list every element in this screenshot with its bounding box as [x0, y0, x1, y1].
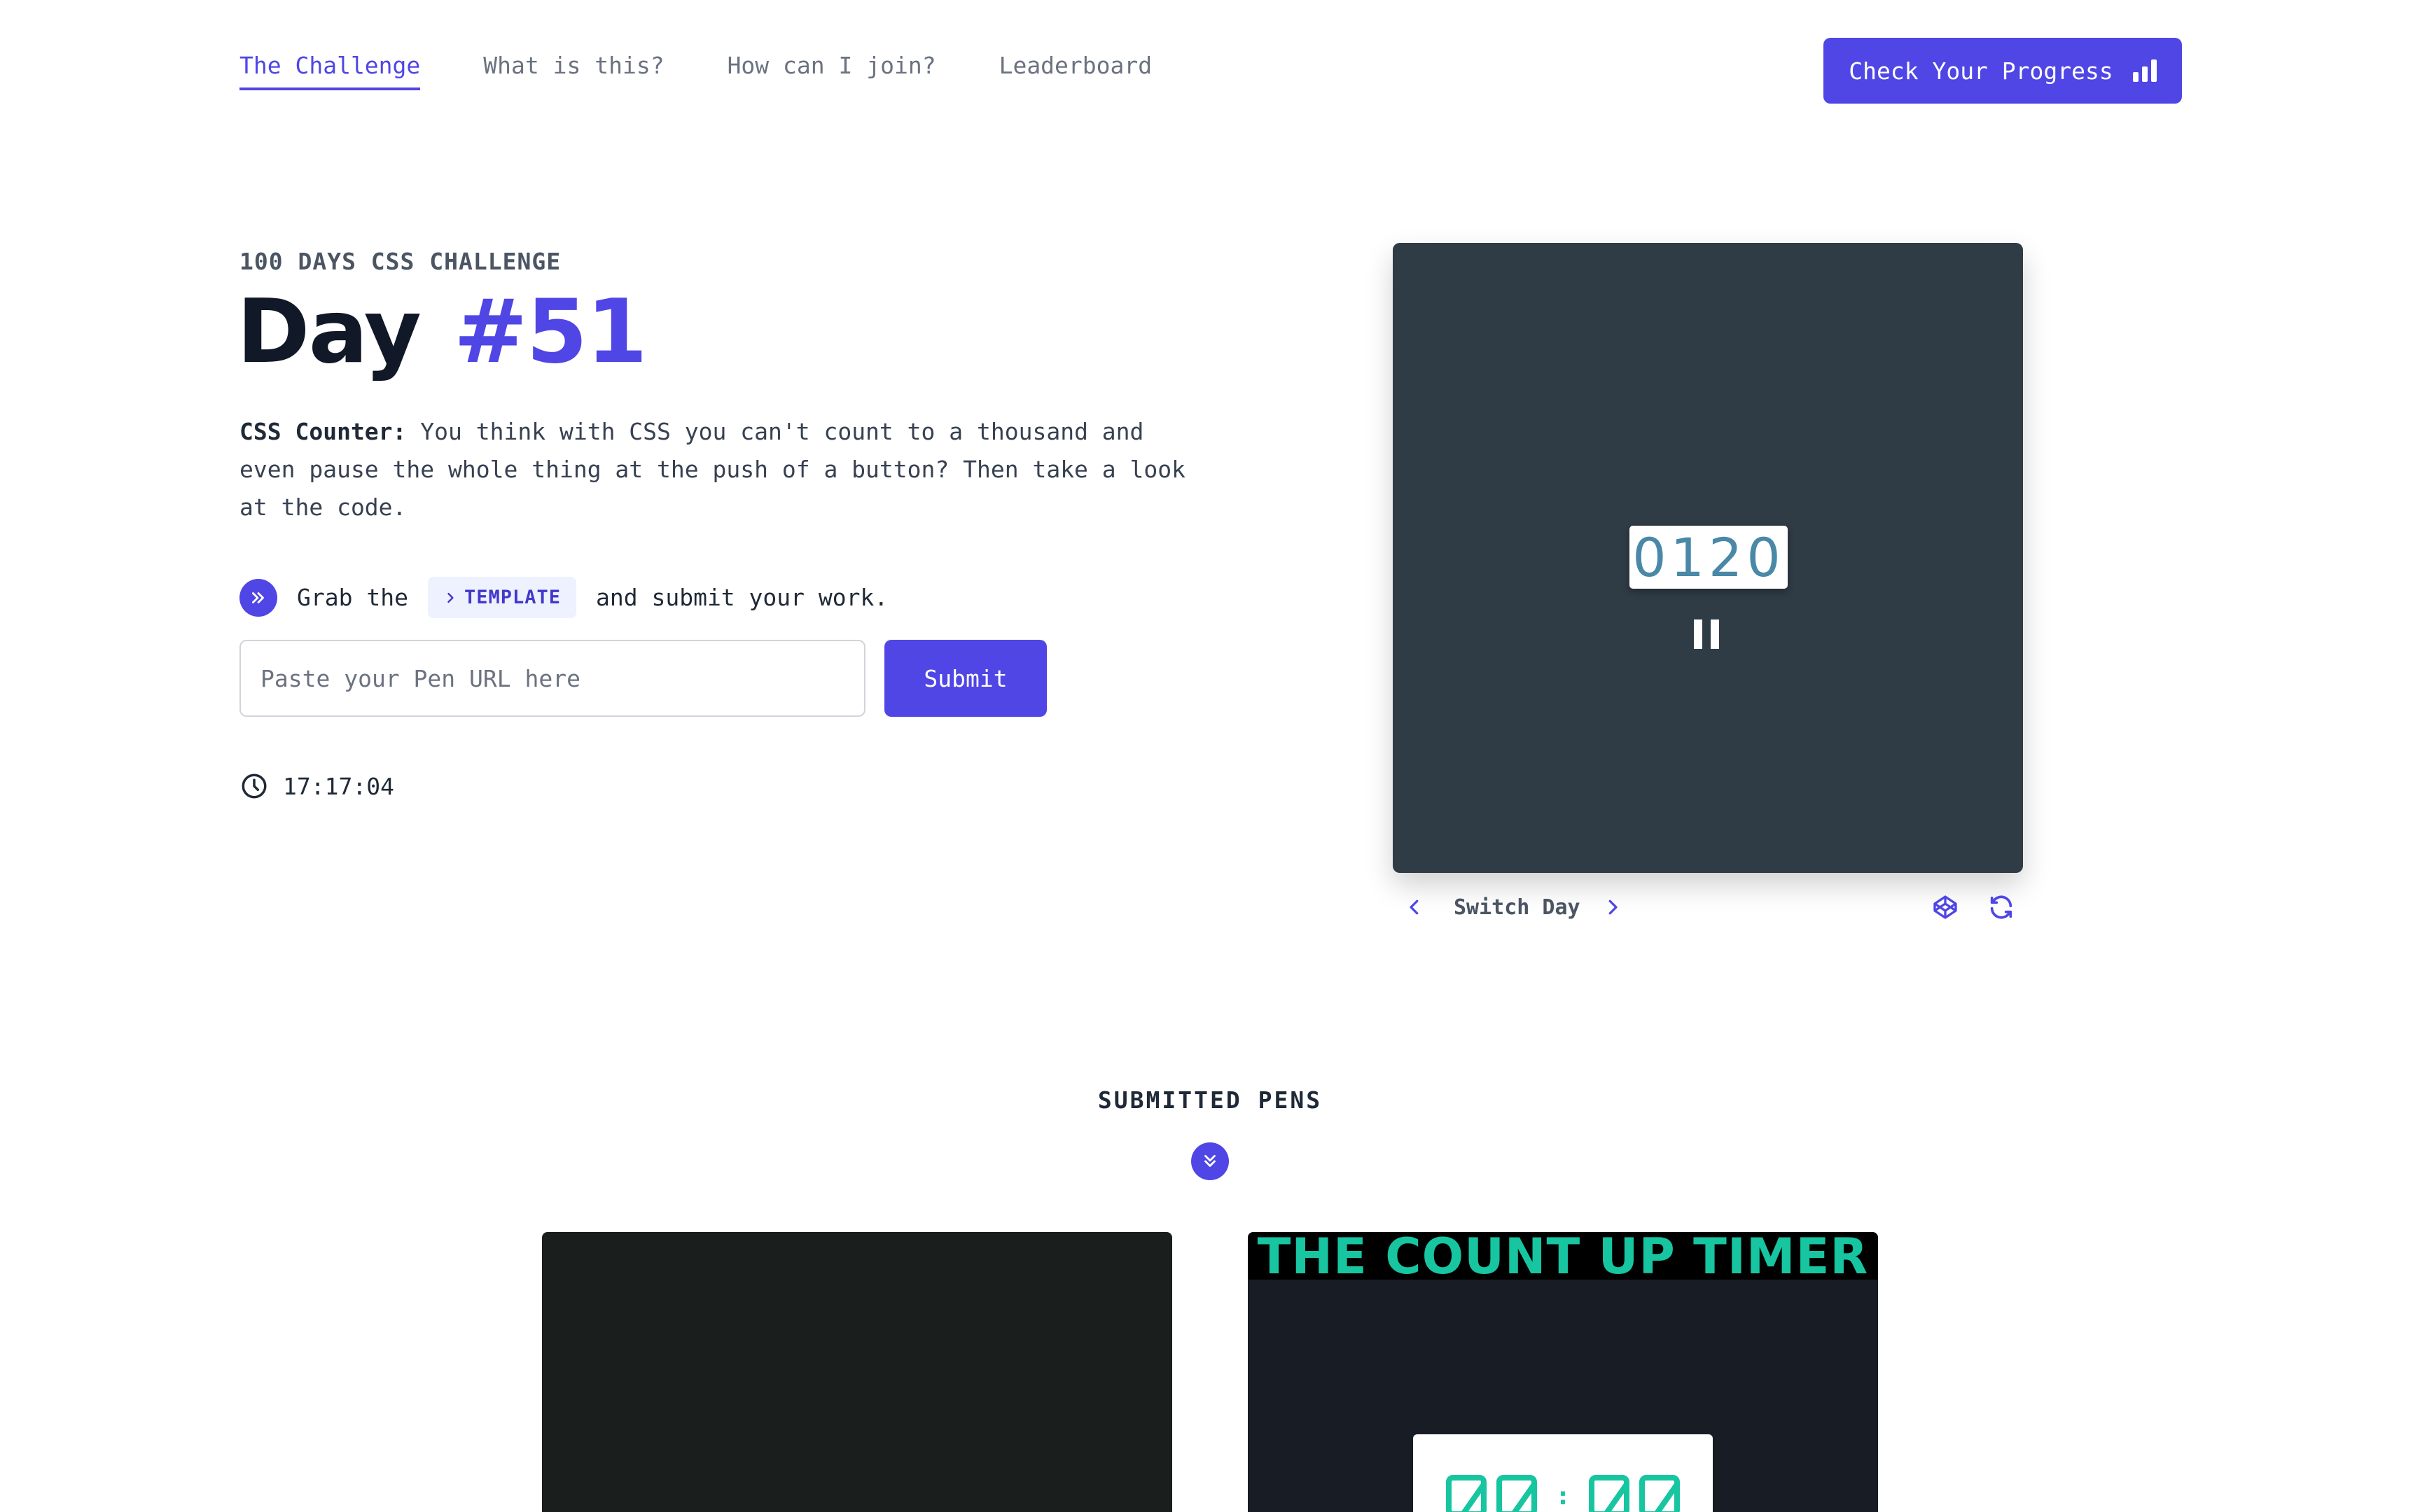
grab-prefix: Grab the — [297, 584, 408, 611]
clock-icon — [242, 774, 267, 799]
clock-digit — [1588, 1475, 1629, 1512]
pen-clock-display: : — [1413, 1434, 1713, 1512]
template-label: TEMPLATE — [464, 587, 561, 608]
clock-digit — [1446, 1475, 1487, 1512]
double-chevron-down-icon[interactable] — [1191, 1142, 1229, 1180]
challenge-description: CSS Counter: You think with CSS you can'… — [239, 413, 1206, 526]
challenge-eyebrow: 100 DAYS CSS CHALLENGE — [239, 248, 562, 275]
counter-display: 0120 — [1629, 526, 1788, 589]
switch-day-bar: Switch Day — [1398, 888, 2018, 927]
clock-digit — [1639, 1475, 1680, 1512]
grab-suffix: and submit your work. — [596, 584, 889, 611]
submitted-pen-card[interactable] — [542, 1232, 1172, 1512]
chevron-right-icon[interactable] — [1596, 890, 1629, 924]
nav-link-how-can-i-join[interactable]: How can I join? — [728, 52, 936, 90]
check-progress-label: Check Your Progress — [1849, 57, 2113, 85]
nav-link-the-challenge[interactable]: The Challenge — [239, 52, 421, 90]
double-chevron-right-icon — [239, 578, 277, 617]
refresh-icon[interactable] — [1984, 890, 2018, 924]
main-nav: The Challenge What is this? How can I jo… — [239, 52, 1152, 90]
submitted-pens-heading: SUBMITTED PENS — [1097, 1086, 1323, 1114]
nav-link-leaderboard[interactable]: Leaderboard — [999, 52, 1153, 90]
submitted-pen-card[interactable]: THE COUNT UP TIMER : — [1248, 1232, 1878, 1512]
clock-colon: : — [1555, 1481, 1571, 1511]
description-label: CSS Counter: — [239, 418, 407, 445]
check-progress-button[interactable]: Check Your Progress — [1823, 38, 2182, 104]
title-day-number: #51 — [453, 280, 648, 383]
chevron-right-icon — [447, 592, 454, 603]
switch-day-label: Switch Day — [1454, 895, 1580, 920]
template-link[interactable]: TEMPLATE — [427, 577, 576, 618]
chevron-left-icon[interactable] — [1398, 890, 1431, 924]
codepen-icon[interactable] — [1928, 890, 1962, 924]
title-day: Day — [237, 280, 422, 383]
nav-link-what-is-this[interactable]: What is this? — [483, 52, 664, 90]
clock-digit — [1496, 1475, 1538, 1512]
timer-value: 17:17:04 — [283, 772, 394, 800]
template-row: Grab the TEMPLATE and submit your work. — [239, 577, 888, 618]
submit-button[interactable]: Submit — [884, 640, 1047, 717]
bar-chart-icon — [2132, 59, 2157, 82]
countdown-timer: 17:17:04 — [239, 771, 394, 801]
challenge-preview: 0120 — [1393, 243, 2023, 873]
pause-icon[interactable] — [1694, 620, 1719, 649]
pen-banner-title: THE COUNT UP TIMER — [1248, 1232, 1878, 1280]
page-title: Day #51 — [237, 283, 648, 381]
pen-url-input[interactable] — [239, 640, 865, 717]
